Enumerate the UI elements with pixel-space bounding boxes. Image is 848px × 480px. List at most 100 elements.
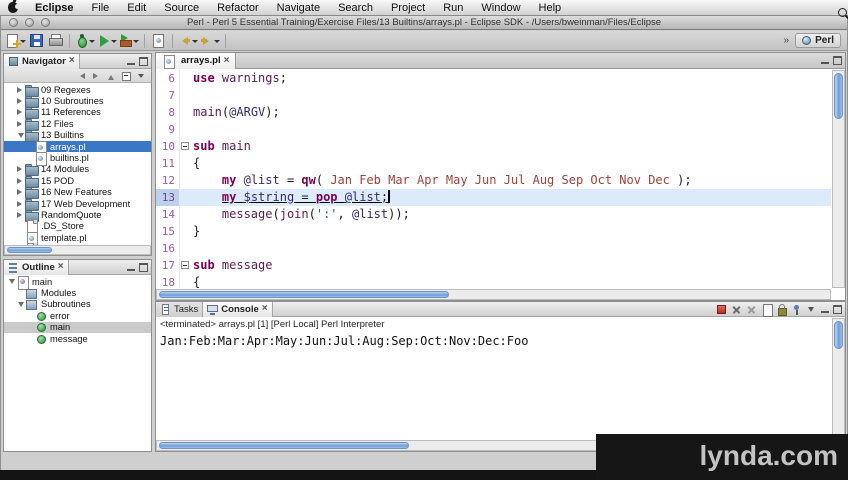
nav-back-icon[interactable] <box>76 71 86 81</box>
disclosure-triangle-icon[interactable] <box>16 120 25 127</box>
menu-search[interactable]: Search <box>329 0 382 16</box>
line-number[interactable]: 12 <box>156 172 180 189</box>
menu-project[interactable]: Project <box>382 0 434 16</box>
dropdown-arrow-icon[interactable] <box>89 40 95 46</box>
close-icon[interactable] <box>262 304 268 314</box>
line-number[interactable]: 13 <box>156 189 180 206</box>
minimize-editor-icon[interactable] <box>821 56 830 65</box>
disclosure-triangle-icon[interactable] <box>16 177 25 184</box>
code-line-18[interactable]: 18 { <box>156 274 831 288</box>
tree-item-subroutines[interactable]: Subroutines <box>4 299 151 311</box>
menu-file[interactable]: File <box>83 0 119 16</box>
debug-button[interactable] <box>74 32 96 50</box>
maximize-view-icon[interactable] <box>833 304 842 314</box>
line-number[interactable]: 15 <box>156 223 180 240</box>
line-number[interactable]: 11 <box>156 155 180 172</box>
code-line-15[interactable]: 15} <box>156 223 831 240</box>
tree-item-16-new-features[interactable]: 16 New Features <box>4 187 151 200</box>
tree-item-main[interactable]: main <box>4 276 151 290</box>
perspective-overflow-chevron[interactable]: » <box>784 35 790 46</box>
menu-navigate[interactable]: Navigate <box>268 0 329 16</box>
tree-item-modules[interactable]: Modules <box>4 287 151 300</box>
console-tab[interactable]: Console <box>203 301 273 317</box>
minimize-view-icon[interactable] <box>127 57 136 66</box>
maximize-view-icon[interactable] <box>139 262 148 272</box>
maximize-view-icon[interactable] <box>139 56 148 66</box>
code-line-9[interactable]: 9 <box>156 121 831 138</box>
fold-marker-icon[interactable] <box>180 138 190 155</box>
tree-item-message[interactable]: message <box>4 333 151 344</box>
close-icon[interactable] <box>58 262 64 272</box>
line-number[interactable]: 6 <box>156 70 180 87</box>
window-titlebar[interactable]: Perl - Perl 5 Essential Training/Exercis… <box>1 16 847 30</box>
menu-eclipse[interactable]: Eclipse <box>26 0 83 16</box>
new-file-button[interactable] <box>5 32 27 50</box>
minimize-view-icon[interactable] <box>127 263 136 272</box>
run-button[interactable] <box>96 32 118 50</box>
line-number[interactable]: 16 <box>156 240 180 257</box>
code-line-13[interactable]: 13 my $string = pop @list; <box>156 189 831 206</box>
scrollbar-thumb[interactable] <box>159 442 409 449</box>
tree-item-ds-store[interactable]: .DS_Store <box>4 220 151 235</box>
code-line-12[interactable]: 12 my @list = qw( Jan Feb Mar Apr May Ju… <box>156 172 831 189</box>
tree-item-arrays-pl[interactable]: arrays.pl <box>4 140 151 155</box>
tree-item-14-modules[interactable]: 14 Modules <box>4 164 151 177</box>
line-number[interactable]: 7 <box>156 87 180 104</box>
code-line-16[interactable]: 16 <box>156 240 831 257</box>
stop-console-icon[interactable] <box>716 304 727 315</box>
dropdown-arrow-icon[interactable] <box>214 40 220 46</box>
tree-item-10-subroutines[interactable]: 10 Subroutines <box>4 95 151 109</box>
disclosure-triangle-icon[interactable] <box>16 98 25 105</box>
clear-console-icon[interactable] <box>761 303 773 317</box>
tree-item-template-pl[interactable]: template.pl <box>4 231 151 245</box>
disclosure-triangle-icon[interactable] <box>16 130 25 141</box>
dropdown-arrow-icon[interactable] <box>133 40 139 46</box>
tree-item-11-references[interactable]: 11 References <box>4 107 151 120</box>
menu-window[interactable]: Window <box>472 0 529 16</box>
tree-item-error[interactable]: error <box>4 310 151 321</box>
close-icon[interactable] <box>224 56 230 66</box>
tree-item-main[interactable]: main <box>4 321 151 333</box>
menu-help[interactable]: Help <box>530 0 571 16</box>
tree-item-builtins-pl[interactable]: builtins.pl <box>4 152 151 167</box>
disclosure-triangle-icon[interactable] <box>16 166 25 173</box>
code-line-10[interactable]: 10 sub main <box>156 138 831 155</box>
code-line-17[interactable]: 17 sub message <box>156 257 831 274</box>
code-editor[interactable]: 6 use warnings; 7 8 main(@ARGV); 9 10 sub main 1… <box>156 70 831 288</box>
editor-tab-arrays-pl[interactable]: arrays.pl <box>156 52 237 69</box>
scrollbar-thumb[interactable] <box>834 321 843 349</box>
disclosure-triangle-icon[interactable] <box>16 86 25 93</box>
back-button[interactable] <box>177 32 199 50</box>
minimize-view-icon[interactable] <box>821 305 830 314</box>
editor-vscrollbar[interactable] <box>832 70 845 288</box>
line-number[interactable]: 10 <box>156 138 180 155</box>
print-button[interactable] <box>46 32 65 50</box>
navigator-hscrollbar[interactable] <box>4 245 151 255</box>
console-vscrollbar[interactable] <box>832 318 845 439</box>
code-line-7[interactable]: 7 <box>156 87 831 104</box>
line-number[interactable]: 14 <box>156 206 180 223</box>
code-line-6[interactable]: 6 use warnings; <box>156 70 831 87</box>
remove-all-console-icon[interactable] <box>746 304 757 315</box>
perspective-perl-button[interactable]: Perl <box>795 33 841 48</box>
code-line-11[interactable]: 11 { <box>156 155 831 172</box>
dropdown-arrow-icon[interactable] <box>192 40 198 46</box>
tree-item-13-builtins[interactable]: 13 Builtins <box>4 130 151 143</box>
menu-source[interactable]: Source <box>155 0 208 16</box>
pin-console-icon[interactable] <box>791 304 802 315</box>
forward-button[interactable] <box>199 32 221 50</box>
menu-run[interactable]: Run <box>434 0 472 16</box>
tree-item-17-web-development[interactable]: 17 Web Development <box>4 198 151 211</box>
tree-item-09-regexes[interactable]: 09 Regexes <box>4 84 151 97</box>
apple-menu[interactable] <box>0 2 26 13</box>
outline-tab[interactable]: Outline <box>4 259 69 275</box>
ext-tools-button[interactable] <box>118 32 140 50</box>
code-line-8[interactable]: 8 main(@ARGV); <box>156 104 831 121</box>
line-number[interactable]: 9 <box>156 121 180 138</box>
scrollbar-thumb[interactable] <box>834 73 843 119</box>
fold-marker-icon[interactable] <box>180 257 190 274</box>
maximize-editor-icon[interactable] <box>833 56 842 65</box>
disclosure-triangle-icon[interactable] <box>16 109 25 116</box>
tree-item-randomquote[interactable]: RandomQuote <box>4 209 151 222</box>
disclosure-triangle-icon[interactable] <box>16 189 25 196</box>
